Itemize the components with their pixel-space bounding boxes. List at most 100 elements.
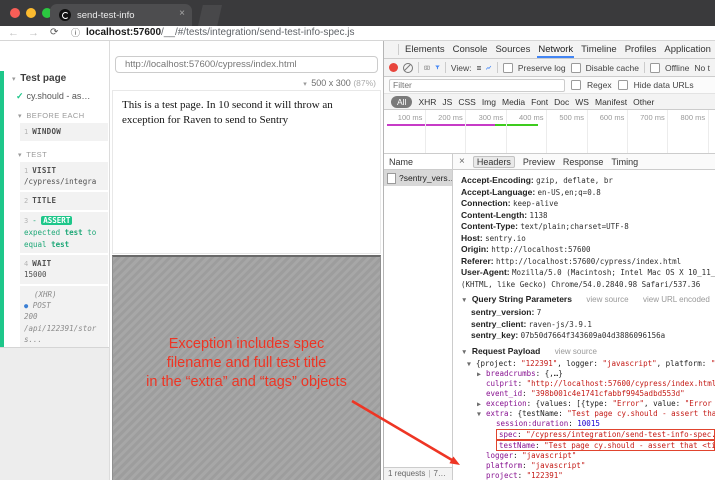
query-string-section: ▼ Query String Parameters view source vi… xyxy=(461,293,715,307)
resource-filter-media[interactable]: Media xyxy=(502,97,525,107)
close-icon[interactable]: × xyxy=(459,156,465,167)
section-title: Request Payload xyxy=(472,346,541,356)
minimize-window-button[interactable] xyxy=(26,8,36,18)
network-overview-timeline[interactable]: 100 ms200 ms300 ms400 ms500 ms600 ms700 … xyxy=(384,110,715,154)
detail-tab-headers[interactable]: Headers xyxy=(473,156,515,168)
viewport-size: 500 x 300 xyxy=(311,78,351,88)
disclosure-triangle-icon[interactable]: ▼ xyxy=(461,349,467,356)
resource-filter-xhr[interactable]: XHR xyxy=(418,97,436,107)
resource-filter-manifest[interactable]: Manifest xyxy=(595,97,627,107)
resource-filter-other[interactable]: Other xyxy=(633,97,654,107)
regex-checkbox[interactable] xyxy=(571,80,581,90)
view-source-link[interactable]: view source xyxy=(555,347,597,356)
throttling-select[interactable]: No t xyxy=(694,63,710,73)
timeline-gridline xyxy=(627,110,628,153)
devtools-tab-console[interactable]: Console xyxy=(452,41,489,58)
hide-data-urls-checkbox[interactable] xyxy=(618,80,628,90)
devtools-tab-sources[interactable]: Sources xyxy=(494,41,531,58)
devtools-tab-timeline[interactable]: Timeline xyxy=(580,41,618,58)
payload-token: {project: xyxy=(476,359,521,368)
browser-tab[interactable]: send-test-info × xyxy=(50,4,192,26)
test-section-label: TEST xyxy=(26,150,47,159)
command-list: 1VISIT/cypress/integra 2TITLE 3- ASSERTe… xyxy=(20,162,108,349)
payload-token: , logger: xyxy=(557,359,602,368)
disclosure-triangle-icon[interactable]: ▼ xyxy=(467,359,476,369)
devtools-tabbar: Elements Console Sources Network Timeline Pro… xyxy=(384,41,715,59)
disable-cache-checkbox[interactable] xyxy=(571,63,581,73)
disclosure-triangle-icon[interactable]: ▶ xyxy=(477,399,486,409)
timeline-tick: 100 ms xyxy=(384,113,424,122)
payload-token: project xyxy=(486,471,518,480)
devtools-tab-profiles[interactable]: Profiles xyxy=(624,41,658,58)
payload-line: project: "122391" xyxy=(461,471,715,480)
filter-icon[interactable] xyxy=(435,63,440,72)
devtools-tab-network[interactable]: Network xyxy=(537,41,574,58)
record-icon[interactable] xyxy=(389,63,398,72)
close-window-button[interactable] xyxy=(10,8,20,18)
viewport-size-selector[interactable]: ▾ 500 x 300 (87%) xyxy=(303,78,376,88)
resource-filter-all[interactable]: All xyxy=(391,96,412,108)
spec-title-row[interactable]: ▾ Test page xyxy=(12,73,109,84)
command-title[interactable]: 2TITLE xyxy=(20,192,108,210)
payload-line: ▶exception: {values: [{type: "Error", va… xyxy=(461,399,715,409)
command-xhr[interactable]: (XHR) ● POST 200 /api/122391/stor s... xyxy=(20,286,108,349)
resource-filter-js[interactable]: JS xyxy=(442,97,452,107)
back-icon[interactable]: ← xyxy=(8,26,19,40)
page-info-icon[interactable]: ⓘ xyxy=(71,26,80,40)
view-url-encoded-link[interactable]: view URL encoded xyxy=(643,295,710,304)
offline-checkbox[interactable] xyxy=(650,63,660,73)
cypress-reporter-sidebar: ▾ Test page ✓cy.should - as… ▾ BEFORE EA… xyxy=(0,41,110,480)
resource-filter-css[interactable]: CSS xyxy=(458,97,475,107)
devtools-tab-elements[interactable]: Elements xyxy=(404,41,446,58)
test-section[interactable]: ▾ TEST xyxy=(18,150,109,159)
timeline-gridline xyxy=(667,110,668,153)
forward-icon[interactable]: → xyxy=(28,26,39,40)
payload-token: "Test page cy.should - assert that <titl xyxy=(567,409,715,418)
command-wait[interactable]: 4WAIT15000 xyxy=(20,255,108,284)
timeline-gridline xyxy=(546,110,547,153)
before-each-section[interactable]: ▾ BEFORE EACH xyxy=(18,111,109,120)
command-window[interactable]: 1WINDOW xyxy=(20,123,108,141)
disclosure-triangle-icon[interactable]: ▼ xyxy=(461,297,467,304)
command-visit[interactable]: 1VISIT/cypress/integra xyxy=(20,162,108,191)
tab-close-icon[interactable]: × xyxy=(179,8,185,19)
aut-url-display[interactable]: http://localhost:57600/cypress/index.htm… xyxy=(115,56,378,73)
reload-icon[interactable]: ⟳ xyxy=(50,26,58,40)
xhr-url: /api/122391/stor xyxy=(24,323,105,334)
preserve-log-checkbox[interactable] xyxy=(503,63,513,73)
disclosure-triangle-icon[interactable]: ▼ xyxy=(477,409,486,419)
name-column-header[interactable]: Name xyxy=(384,154,452,170)
detail-tab-preview[interactable]: Preview xyxy=(523,157,555,167)
network-status-bar: 1 requests | 7… xyxy=(384,467,452,480)
payload-token: , platform: xyxy=(657,359,711,368)
payload-token: : {testName: xyxy=(509,409,568,418)
address-bar[interactable]: localhost:57600/__/#/tests/integration/s… xyxy=(86,26,354,40)
disclosure-triangle-icon[interactable]: ▶ xyxy=(477,369,486,379)
command-assert[interactable]: 3- ASSERTexpected test to equal test xyxy=(20,212,108,253)
command-number: 1 xyxy=(24,128,28,136)
request-doc-icon xyxy=(387,173,396,184)
header-name: Content-Type: xyxy=(461,221,518,231)
header-line: Referer: http://localhost:57600/cypress/… xyxy=(461,256,715,268)
new-tab-button[interactable] xyxy=(198,5,222,26)
test-row[interactable]: ✓cy.should - as… xyxy=(16,91,109,102)
view-timeline-icon[interactable] xyxy=(486,64,491,72)
filter-input[interactable] xyxy=(389,79,565,92)
detail-tab-timing[interactable]: Timing xyxy=(611,157,638,167)
resource-filter-doc[interactable]: Doc xyxy=(554,97,569,107)
url-path: /__/#/tests/integration/send-test-info-s… xyxy=(161,27,354,38)
payload-token: extra xyxy=(486,409,509,418)
resource-filter-font[interactable]: Font xyxy=(531,97,548,107)
resource-filter-ws[interactable]: WS xyxy=(575,97,589,107)
request-name-column: Name ?sentry_vers… 1 requests | 7… xyxy=(384,154,453,480)
devtools-tab-application[interactable]: Application xyxy=(663,41,711,58)
check-icon: ✓ xyxy=(16,91,24,101)
request-row-selected[interactable]: ?sentry_vers… xyxy=(384,170,452,186)
detail-tab-response[interactable]: Response xyxy=(563,157,604,167)
view-source-link[interactable]: view source xyxy=(586,295,628,304)
command-name: WAIT xyxy=(32,259,51,268)
resource-filter-img[interactable]: Img xyxy=(482,97,496,107)
screenshot-icon[interactable] xyxy=(424,63,430,72)
clear-icon[interactable] xyxy=(403,63,413,73)
view-list-icon[interactable] xyxy=(477,64,482,72)
